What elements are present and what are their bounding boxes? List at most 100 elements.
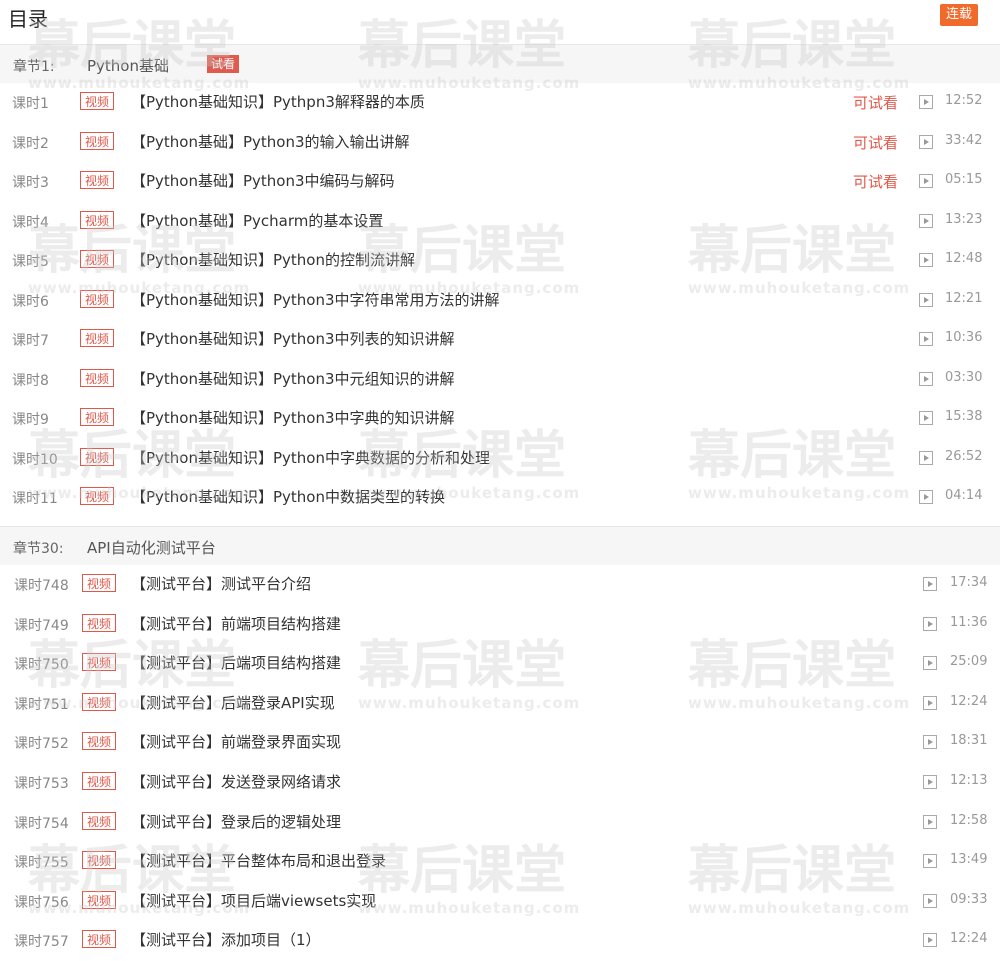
lesson-row[interactable]: 课时3 视频 【Python基础】Python3中编码与解码 可试看 05:15 bbox=[0, 161, 1000, 200]
lesson-title[interactable]: 【Python基础知识】Pythpn3解释器的本质 bbox=[131, 91, 425, 112]
lesson-duration: 12:21 bbox=[945, 290, 983, 306]
lesson-row[interactable]: 课时9 视频 【Python基础知识】Python3中字典的知识讲解 15:38 bbox=[0, 398, 1000, 437]
lesson-title[interactable]: 【测试平台】后端项目结构搭建 bbox=[131, 652, 341, 673]
lesson-duration: 18:31 bbox=[950, 733, 988, 749]
lesson-title[interactable]: 【Python基础知识】Python3中字典的知识讲解 bbox=[131, 407, 455, 428]
play-icon[interactable] bbox=[923, 854, 937, 869]
lesson-title[interactable]: 【Python基础】Python3中编码与解码 bbox=[131, 170, 395, 191]
play-icon[interactable] bbox=[919, 292, 933, 307]
video-tag: 视频 bbox=[80, 210, 114, 229]
play-icon[interactable] bbox=[923, 814, 937, 829]
play-icon[interactable] bbox=[923, 656, 937, 671]
lesson-number: 课时753 bbox=[14, 776, 69, 792]
play-icon[interactable] bbox=[919, 253, 933, 267]
lesson-row[interactable]: 课时755 视频 【测试平台】平台整体布局和退出登录 13:49 bbox=[0, 841, 1000, 880]
play-icon[interactable] bbox=[919, 174, 933, 188]
play-icon[interactable] bbox=[919, 134, 933, 149]
lesson-number: 课时3 bbox=[12, 175, 49, 191]
lesson-title[interactable]: 【Python基础】Pycharm的基本设置 bbox=[131, 210, 383, 231]
lesson-number: 课时5 bbox=[12, 254, 49, 270]
lesson-row[interactable]: 课时11 视频 【Python基础知识】Python中数据类型的转换 04:14 bbox=[0, 477, 1000, 516]
lesson-row[interactable]: 课时757 视频 【测试平台】添加项目（1） 12:24 bbox=[0, 920, 1000, 959]
lesson-duration: 26:52 bbox=[945, 448, 983, 464]
lesson-number: 课时752 bbox=[14, 736, 69, 753]
lesson-title[interactable]: 【Python基础知识】Python中字典数据的分析和处理 bbox=[131, 447, 490, 468]
play-icon[interactable] bbox=[919, 411, 933, 425]
lesson-row[interactable]: 课时749 视频 【测试平台】前端项目结构搭建 11:36 bbox=[0, 604, 1000, 643]
lesson-number: 课时1 bbox=[12, 96, 49, 112]
play-icon[interactable] bbox=[923, 775, 937, 789]
play-triangle-icon bbox=[924, 257, 929, 263]
lesson-title[interactable]: 【Python基础知识】Python的控制流讲解 bbox=[131, 249, 415, 270]
lesson-row[interactable]: 课时5 视频 【Python基础知识】Python的控制流讲解 12:48 bbox=[0, 240, 1000, 279]
video-tag: 视频 bbox=[82, 930, 116, 949]
lesson-row[interactable]: 课时8 视频 【Python基础知识】Python3中元组知识的讲解 03:30 bbox=[0, 359, 1000, 398]
lesson-number: 课时750 bbox=[14, 657, 69, 674]
catalog-header: 目录 连载 bbox=[0, 0, 1000, 40]
play-icon[interactable] bbox=[923, 933, 937, 948]
lesson-row[interactable]: 课时4 视频 【Python基础】Pycharm的基本设置 13:23 bbox=[0, 201, 1000, 240]
lesson-title[interactable]: 【Python基础】Python3的输入输出讲解 bbox=[131, 131, 410, 152]
lesson-duration: 33:42 bbox=[945, 132, 983, 148]
video-tag: 视频 bbox=[80, 289, 114, 308]
trial-link[interactable]: 可试看 bbox=[853, 171, 898, 192]
lesson-number: 课时6 bbox=[12, 293, 49, 310]
lesson-title[interactable]: 【测试平台】发送登录网络请求 bbox=[131, 771, 341, 792]
lesson-title[interactable]: 【测试平台】项目后端viewsets实现 bbox=[131, 890, 376, 911]
play-triangle-icon bbox=[924, 217, 929, 224]
play-icon[interactable] bbox=[923, 735, 937, 750]
lesson-title[interactable]: 【测试平台】平台整体布局和退出登录 bbox=[131, 850, 386, 871]
chapter-header[interactable]: 章节1: Python基础 试看 bbox=[0, 44, 1000, 83]
play-icon[interactable] bbox=[919, 332, 933, 346]
trial-link[interactable]: 可试看 bbox=[853, 132, 898, 153]
play-icon[interactable] bbox=[919, 371, 933, 386]
lesson-row[interactable]: 课时751 视频 【测试平台】后端登录API实现 12:24 bbox=[0, 683, 1000, 722]
lesson-row[interactable]: 课时2 视频 【Python基础】Python3的输入输出讲解 可试看 33:42 bbox=[0, 122, 1000, 161]
chapter-header[interactable]: 章节30: API自动化测试平台 bbox=[0, 526, 1000, 565]
lesson-number: 课时756 bbox=[14, 894, 69, 911]
chapter-number: 章节1: bbox=[13, 59, 55, 75]
lesson-row[interactable]: 课时1 视频 【Python基础知识】Pythpn3解释器的本质 可试看 12:52 bbox=[0, 82, 1000, 121]
lesson-title[interactable]: 【Python基础知识】Python中数据类型的转换 bbox=[131, 486, 445, 507]
lesson-title[interactable]: 【测试平台】前端登录界面实现 bbox=[131, 731, 341, 752]
lesson-row[interactable]: 课时750 视频 【测试平台】后端项目结构搭建 25:09 bbox=[0, 643, 1000, 682]
lesson-title[interactable]: 【测试平台】测试平台介绍 bbox=[131, 573, 311, 594]
video-tag: 视频 bbox=[82, 692, 116, 711]
video-tag: 视频 bbox=[82, 851, 116, 870]
chapter-name: API自动化测试平台 bbox=[87, 539, 216, 557]
lesson-title[interactable]: 【Python基础知识】Python3中元组知识的讲解 bbox=[131, 368, 455, 389]
play-icon[interactable] bbox=[919, 95, 933, 109]
play-icon[interactable] bbox=[923, 893, 937, 908]
lesson-number: 课时749 bbox=[14, 617, 69, 634]
lesson-title[interactable]: 【Python基础知识】Python3中列表的知识讲解 bbox=[131, 328, 455, 349]
lesson-title[interactable]: 【测试平台】登录后的逻辑处理 bbox=[131, 811, 341, 832]
lesson-row[interactable]: 课时752 视频 【测试平台】前端登录界面实现 18:31 bbox=[0, 722, 1000, 761]
lesson-row[interactable]: 课时753 视频 【测试平台】发送登录网络请求 12:13 bbox=[0, 762, 1000, 801]
play-icon[interactable] bbox=[923, 577, 937, 591]
lesson-row[interactable]: 课时6 视频 【Python基础知识】Python3中字符串常用方法的讲解 12:21 bbox=[0, 280, 1000, 319]
lesson-duration: 12:24 bbox=[950, 931, 988, 947]
lesson-row[interactable]: 课时7 视频 【Python基础知识】Python3中列表的知识讲解 10:36 bbox=[0, 319, 1000, 358]
lesson-duration: 11:36 bbox=[950, 614, 988, 630]
play-icon[interactable] bbox=[919, 213, 933, 228]
lesson-title[interactable]: 【测试平台】添加项目（1） bbox=[131, 929, 321, 950]
lesson-number: 课时9 bbox=[12, 412, 49, 428]
lesson-duration: 13:23 bbox=[945, 211, 983, 227]
lesson-title[interactable]: 【Python基础知识】Python3中字符串常用方法的讲解 bbox=[131, 289, 500, 310]
play-icon[interactable] bbox=[923, 616, 937, 631]
lesson-duration: 12:13 bbox=[950, 773, 988, 788]
play-triangle-icon bbox=[928, 660, 933, 667]
lesson-duration: 17:34 bbox=[950, 575, 988, 590]
trial-link[interactable]: 可试看 bbox=[853, 92, 898, 113]
lesson-row[interactable]: 课时748 视频 【测试平台】测试平台介绍 17:34 bbox=[0, 564, 1000, 603]
play-icon[interactable] bbox=[919, 490, 933, 504]
lesson-title[interactable]: 【测试平台】后端登录API实现 bbox=[131, 692, 335, 713]
lesson-row[interactable]: 课时756 视频 【测试平台】项目后端viewsets实现 09:33 bbox=[0, 881, 1000, 920]
lesson-duration: 12:58 bbox=[950, 812, 988, 828]
lesson-title[interactable]: 【测试平台】前端项目结构搭建 bbox=[131, 613, 341, 634]
lesson-row[interactable]: 课时754 视频 【测试平台】登录后的逻辑处理 12:58 bbox=[0, 802, 1000, 841]
lesson-duration: 03:30 bbox=[945, 369, 983, 385]
play-icon[interactable] bbox=[919, 450, 933, 465]
lesson-row[interactable]: 课时10 视频 【Python基础知识】Python中字典数据的分析和处理 26:52 bbox=[0, 438, 1000, 477]
play-icon[interactable] bbox=[923, 695, 937, 710]
